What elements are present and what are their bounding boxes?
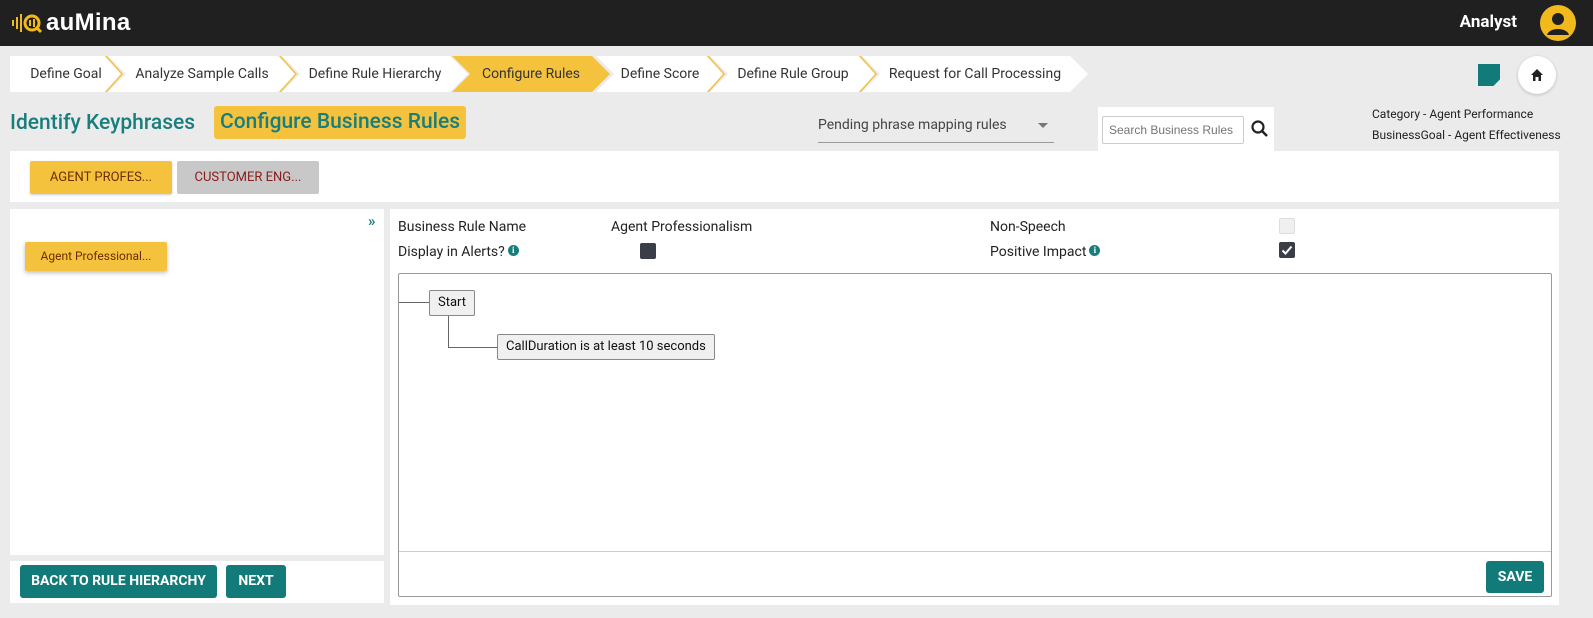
top-bar: auMina Analyst	[0, 0, 1593, 46]
rules-list-panel: » Agent Professional...	[10, 209, 384, 555]
rule-item-agent-professionalism[interactable]: Agent Professional...	[25, 242, 167, 271]
step-configure-rules[interactable]: Configure Rules	[452, 56, 610, 92]
double-chevron-right-icon[interactable]: »	[368, 212, 376, 230]
positive-impact-label-wrap: Positive Impact i	[990, 244, 1101, 260]
sound-wave-logo-icon	[10, 11, 44, 35]
tree-connector	[448, 316, 449, 347]
pending-rules-select[interactable]: Pending phrase mapping rules	[818, 108, 1054, 143]
tree-node-condition[interactable]: CallDuration is at least 10 seconds	[497, 334, 715, 360]
step-separator-icon	[279, 56, 298, 92]
info-icon[interactable]: i	[507, 245, 519, 256]
search-business-rules-input[interactable]	[1102, 116, 1244, 144]
tree-node-start[interactable]: Start	[429, 290, 476, 316]
tab-agent-professionalism[interactable]: AGENT PROFES...	[30, 161, 172, 194]
step-define-rule-hierarchy[interactable]: Define Rule Hierarchy	[282, 56, 468, 92]
business-goal-label: BusinessGoal - Agent Effectiveness	[1372, 128, 1561, 142]
step-analyze-sample-calls[interactable]: Analyze Sample Calls	[108, 56, 296, 92]
next-button[interactable]: NEXT	[226, 565, 286, 598]
positive-impact-checkbox[interactable]	[1279, 242, 1295, 258]
step-separator-icon	[859, 56, 878, 92]
info-icon[interactable]: i	[1089, 245, 1101, 256]
search-icon[interactable]	[1250, 119, 1270, 139]
canvas-divider	[399, 551, 1551, 552]
step-request-call-processing[interactable]: Request for Call Processing	[862, 56, 1088, 92]
non-speech-checkbox[interactable]	[1279, 218, 1295, 234]
step-separator-icon	[105, 56, 124, 92]
non-speech-label: Non-Speech	[990, 219, 1066, 235]
configure-business-rules-title[interactable]: Configure Business Rules	[214, 106, 467, 139]
display-alerts-checkbox[interactable]	[640, 243, 656, 259]
caret-down-icon	[1038, 123, 1048, 128]
identify-keyphrases-title[interactable]: Identify Keyphrases	[10, 111, 195, 135]
back-to-rule-hierarchy-button[interactable]: BACK TO RULE HIERARCHY	[20, 565, 217, 598]
user-avatar-icon[interactable]	[1540, 5, 1576, 41]
positive-impact-label: Positive Impact	[990, 244, 1087, 260]
category-label: Category - Agent Performance	[1372, 107, 1534, 121]
checkmark-icon	[1281, 245, 1293, 255]
display-alerts-label: Display in Alerts?	[398, 244, 505, 260]
logo-text: auMina	[46, 9, 131, 36]
tab-customer-engagement[interactable]: CUSTOMER ENG...	[177, 161, 319, 194]
step-separator-icon	[707, 56, 726, 92]
save-button[interactable]: SAVE	[1486, 561, 1544, 593]
step-define-score[interactable]: Define Score	[596, 56, 724, 92]
display-alerts-label-wrap: Display in Alerts? i	[398, 244, 519, 260]
user-role[interactable]: Analyst	[1460, 12, 1517, 32]
home-icon	[1531, 69, 1543, 81]
business-rule-name-label: Business Rule Name	[398, 219, 527, 235]
business-rule-name-value: Agent Professionalism	[611, 219, 753, 235]
search-box	[1098, 107, 1274, 151]
workflow-steps: Define Goal Analyze Sample Calls Define …	[10, 56, 1110, 92]
step-define-rule-group[interactable]: Define Rule Group	[710, 56, 876, 92]
app-logo[interactable]: auMina	[10, 6, 130, 40]
home-button[interactable]	[1518, 56, 1556, 94]
rule-tree-canvas[interactable]: Start CallDuration is at least 10 second…	[398, 273, 1552, 597]
navigation-buttons: BACK TO RULE HIERARCHY NEXT	[10, 561, 384, 603]
rule-editor-panel: Business Rule Name Agent Professionalism…	[390, 209, 1559, 605]
category-tabs-panel: AGENT PROFES... CUSTOMER ENG...	[10, 151, 1559, 202]
tree-connector	[448, 347, 498, 348]
pending-rules-value: Pending phrase mapping rules	[818, 117, 1007, 133]
sticky-note-icon[interactable]	[1478, 64, 1500, 86]
tree-connector	[399, 302, 429, 303]
